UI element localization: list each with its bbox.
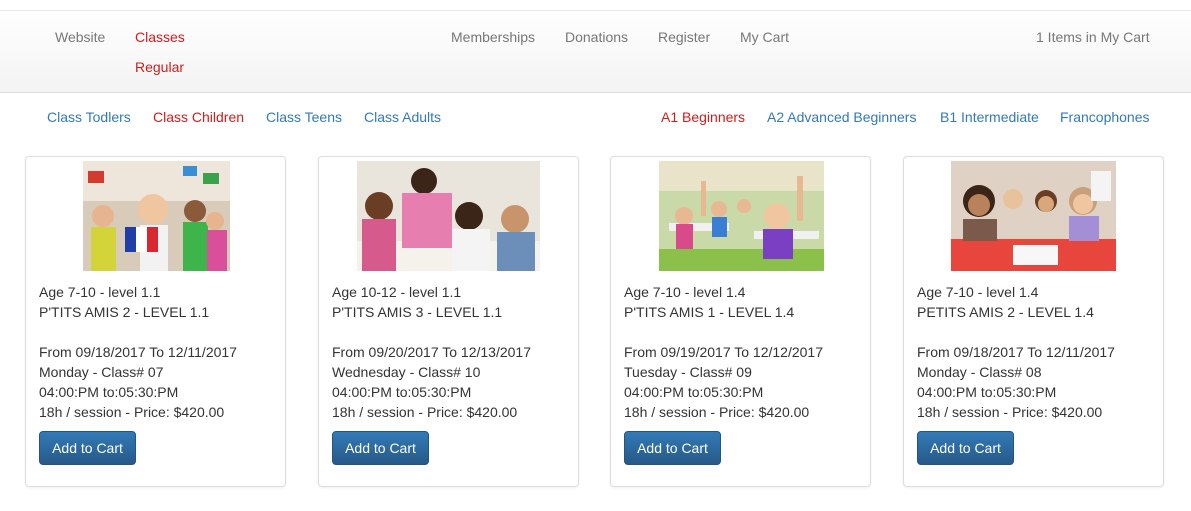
class-details: Age 7-10 - level 1.1 P'TITS AMIS 2 - LEV…: [39, 282, 237, 422]
class-name: PETITS AMIS 2 - LEVEL 1.4: [917, 304, 1094, 320]
class-age-level: Age 7-10 - level 1.1: [39, 284, 161, 300]
subnav-a2-advanced-beginners[interactable]: A2 Advanced Beginners: [767, 109, 916, 125]
subnav-b1-intermediate[interactable]: B1 Intermediate: [940, 109, 1039, 125]
class-price: 18h / session - Price: $420.00: [917, 404, 1103, 420]
class-photo-graphic: [83, 161, 230, 271]
class-name: P'TITS AMIS 1 - LEVEL 1.4: [624, 304, 795, 320]
class-name: P'TITS AMIS 2 - LEVEL 1.1: [39, 304, 210, 320]
class-time: 04:00:PM to:05:30:PM: [624, 384, 764, 400]
nav-my-cart[interactable]: My Cart: [740, 29, 789, 45]
subnav-class-adults[interactable]: Class Adults: [364, 109, 441, 125]
nav-regular[interactable]: Regular: [135, 59, 184, 75]
class-photo: [951, 161, 1116, 271]
class-card: Age 7-10 - level 1.4 PETITS AMIS 2 - LEV…: [903, 156, 1164, 487]
add-to-cart-button[interactable]: Add to Cart: [39, 431, 136, 465]
class-day: Tuesday - Class# 09: [624, 364, 752, 380]
nav-classes[interactable]: Classes: [135, 29, 185, 45]
class-photo-graphic: [951, 161, 1116, 271]
add-to-cart-button[interactable]: Add to Cart: [624, 431, 721, 465]
nav-donations[interactable]: Donations: [565, 29, 628, 45]
class-photo: [83, 161, 230, 271]
class-details: Age 7-10 - level 1.4 P'TITS AMIS 1 - LEV…: [624, 282, 823, 422]
class-age-level: Age 7-10 - level 1.4: [624, 284, 746, 300]
class-age-level: Age 10-12 - level 1.1: [332, 284, 462, 300]
class-price: 18h / session - Price: $420.00: [624, 404, 810, 420]
subnav-class-todlers[interactable]: Class Todlers: [47, 109, 131, 125]
class-time: 04:00:PM to:05:30:PM: [332, 384, 472, 400]
class-dates: From 09/18/2017 To 12/11/2017: [39, 344, 237, 360]
add-to-cart-button[interactable]: Add to Cart: [917, 431, 1014, 465]
class-name: P'TITS AMIS 3 - LEVEL 1.1: [332, 304, 503, 320]
class-details: Age 7-10 - level 1.4 PETITS AMIS 2 - LEV…: [917, 282, 1115, 422]
class-price: 18h / session - Price: $420.00: [332, 404, 518, 420]
class-details: Age 10-12 - level 1.1 P'TITS AMIS 3 - LE…: [332, 282, 531, 422]
main-navbar: Website Classes Regular Memberships Dona…: [0, 11, 1191, 93]
class-dates: From 09/20/2017 To 12/13/2017: [332, 344, 532, 360]
class-dates: From 09/18/2017 To 12/11/2017: [917, 344, 1115, 360]
subnav-class-children[interactable]: Class Children: [153, 109, 244, 125]
class-photo-graphic: [659, 161, 824, 271]
subnav-class-teens[interactable]: Class Teens: [266, 109, 342, 125]
class-day: Monday - Class# 07: [39, 364, 164, 380]
class-photo: [357, 161, 540, 271]
class-card: Age 10-12 - level 1.1 P'TITS AMIS 3 - LE…: [318, 156, 579, 487]
cart-count-link[interactable]: 1 Items in My Cart: [1036, 29, 1150, 45]
nav-website[interactable]: Website: [55, 29, 105, 45]
nav-memberships[interactable]: Memberships: [451, 29, 535, 45]
class-card: Age 7-10 - level 1.1 P'TITS AMIS 2 - LEV…: [25, 156, 286, 487]
class-day: Monday - Class# 08: [917, 364, 1042, 380]
class-time: 04:00:PM to:05:30:PM: [917, 384, 1057, 400]
class-photo-graphic: [357, 161, 540, 271]
subnav-francophones[interactable]: Francophones: [1060, 109, 1150, 125]
class-dates: From 09/19/2017 To 12/12/2017: [624, 344, 824, 360]
nav-register[interactable]: Register: [658, 29, 710, 45]
class-time: 04:00:PM to:05:30:PM: [39, 384, 179, 400]
class-photo: [659, 161, 824, 271]
class-price: 18h / session - Price: $420.00: [39, 404, 225, 420]
add-to-cart-button[interactable]: Add to Cart: [332, 431, 429, 465]
class-card: Age 7-10 - level 1.4 P'TITS AMIS 1 - LEV…: [610, 156, 871, 487]
class-age-level: Age 7-10 - level 1.4: [917, 284, 1039, 300]
subnav-a1-beginners[interactable]: A1 Beginners: [661, 109, 745, 125]
class-day: Wednesday - Class# 10: [332, 364, 481, 380]
